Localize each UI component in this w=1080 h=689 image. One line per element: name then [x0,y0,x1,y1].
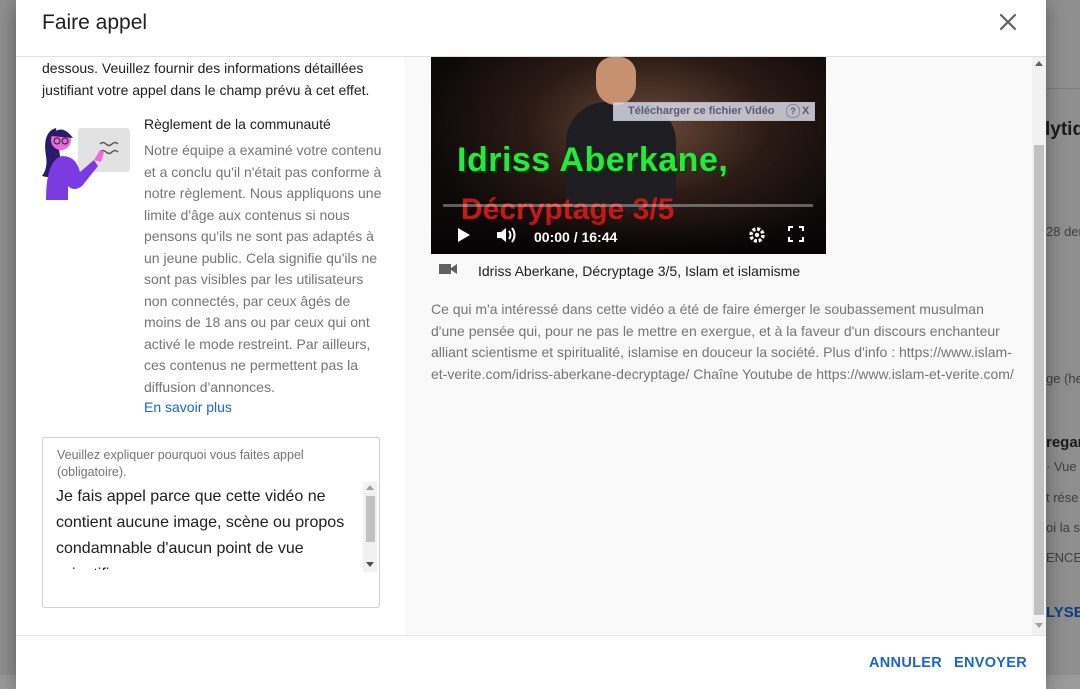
bg-vue: · Vue [1046,459,1077,474]
fullscreen-icon[interactable] [787,225,805,243]
guideline-text: Notre équipe a examiné votre contenu et … [144,142,382,395]
bg-regar: regar [1046,434,1080,451]
appeal-dialog: Faire appel dessous. Veuillez fournir de… [16,0,1046,689]
video-camera-icon [439,264,457,274]
dialog-footer: ANNULER ENVOYER [16,635,1046,689]
send-button[interactable]: ENVOYER [954,655,1027,671]
learn-more-link[interactable]: En savoir plus [144,399,232,415]
video-overlay-line1: Idriss Aberkane, [457,141,729,179]
appeal-reason-label: Veuillez expliquer pourquoi vous faites … [57,448,304,479]
scroll-down-arrow-icon[interactable] [1035,623,1043,628]
bg-oila: oi la s [1046,520,1080,535]
download-video-bar[interactable]: Télécharger ce fichier Vidéo ? X [613,102,815,121]
download-help-icon[interactable]: ? [786,104,800,118]
dialog-title: Faire appel [42,11,148,34]
appeal-reason-scrollbar[interactable] [363,482,377,572]
video-title: Idriss Aberkane, Décryptage 3/5, Islam e… [478,263,801,279]
play-icon[interactable] [453,225,473,245]
community-guidelines-illustration [42,120,134,200]
download-video-label[interactable]: Télécharger ce fichier Vidéo [628,103,775,120]
dialog-header: Faire appel [16,0,1046,57]
intro-text: dessous. Veuillez fournir des informatio… [42,60,370,98]
video-progress-bar[interactable] [443,204,813,207]
scroll-thumb[interactable] [366,496,375,542]
bg-analytics-title: lytiq [1045,119,1080,140]
scroll-thumb[interactable] [1034,145,1044,615]
close-icon [999,13,1017,31]
settings-gear-icon[interactable] [747,225,767,245]
bg-divider [1046,88,1080,89]
bg-date: 28 der [1046,224,1080,239]
appeal-reason-value[interactable]: Je fais appel parce que cette vidéo ne c… [56,484,356,570]
download-close-icon[interactable]: X [802,103,809,120]
guideline-title: Règlement de la communauté [144,116,331,132]
video-controls: 00:00 / 16:44 [431,217,826,254]
scroll-up-arrow-icon[interactable] [366,485,374,490]
right-pane: Télécharger ce fichier Vidéo ? X Idriss … [405,57,1046,635]
cancel-button[interactable]: ANNULER [869,655,942,671]
volume-icon[interactable] [495,225,517,245]
video-description: Ce qui m'a intéressé dans cette vidéo a … [431,301,1014,383]
bg-analyse-link: LYSE [1046,604,1080,621]
left-pane[interactable]: dessous. Veuillez fournir des informatio… [16,57,405,635]
bg-paren: ge (he [1046,371,1080,386]
video-player[interactable]: Télécharger ce fichier Vidéo ? X Idriss … [431,57,826,254]
right-pane-scrollbar[interactable] [1032,57,1046,635]
bg-rese: t rése [1046,490,1079,505]
appeal-reason-field[interactable]: Veuillez expliquer pourquoi vous faites … [42,437,380,608]
scroll-up-arrow-icon[interactable] [1035,61,1043,66]
close-button[interactable] [996,10,1020,34]
bg-ence: ENCE [1046,550,1080,565]
video-time: 00:00 / 16:44 [534,229,618,245]
video-person-head [596,57,636,105]
scroll-down-arrow-icon[interactable] [366,562,374,567]
